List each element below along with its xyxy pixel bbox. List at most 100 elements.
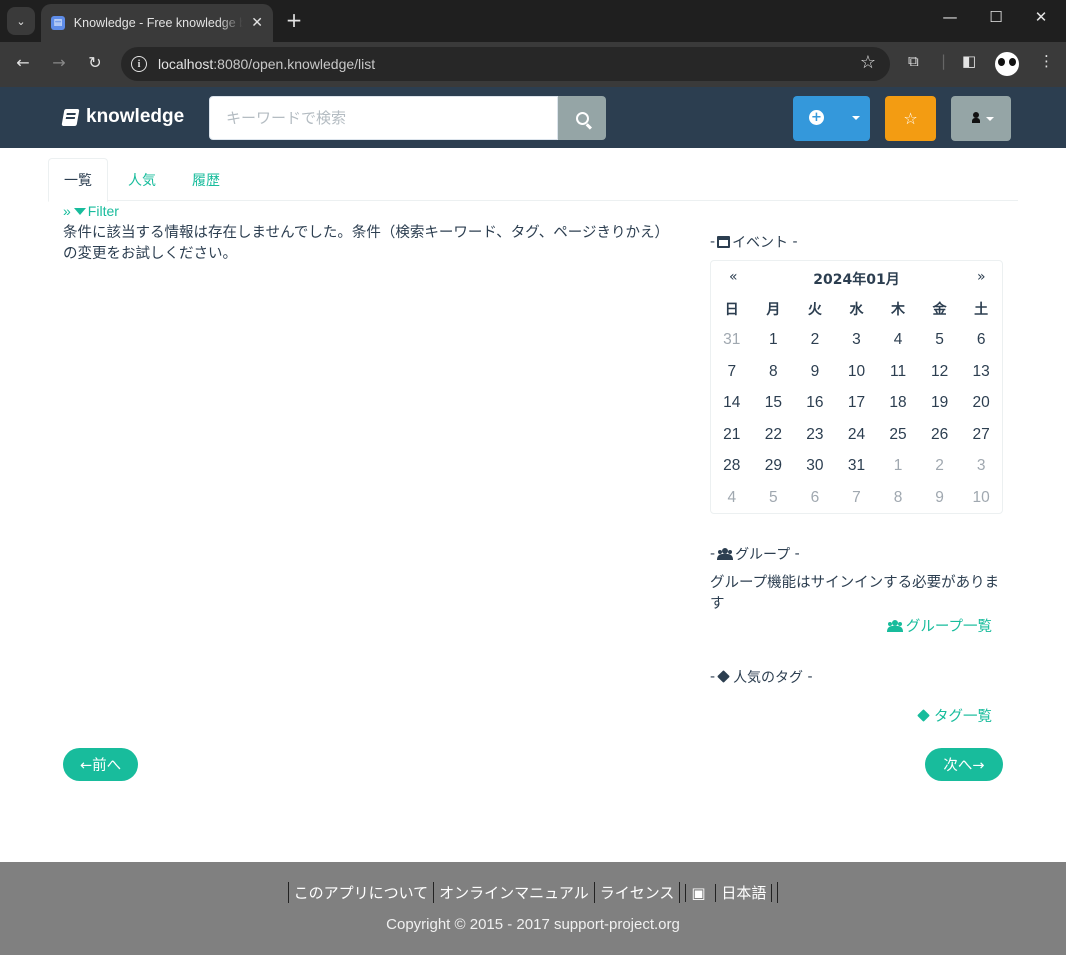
tab-search-chevron-icon[interactable]: ⌄ xyxy=(7,7,35,35)
calendar-day[interactable]: 21 xyxy=(711,419,753,451)
calendar-day[interactable]: 17 xyxy=(836,388,878,420)
calendar-day[interactable]: 5 xyxy=(919,325,961,357)
calendar-day[interactable]: 12 xyxy=(919,356,961,388)
calendar-day[interactable]: 24 xyxy=(836,419,878,451)
calendar-day[interactable]: 1 xyxy=(877,451,919,483)
calendar-day[interactable]: 11 xyxy=(877,356,919,388)
filter-toggle[interactable]: » Filter xyxy=(63,203,119,219)
event-calendar: « 2024年01月 » 日月火水木金土 31 1 2 3 4 5 6 7 8 9 10 11 12 13 1… xyxy=(710,260,1003,514)
double-chevron-right-icon: » xyxy=(63,203,71,219)
favicon-icon: ▤ xyxy=(51,16,65,30)
calendar-day[interactable]: 10 xyxy=(960,482,1002,514)
brand-logo[interactable]: knowledge xyxy=(61,106,184,128)
favorite-button[interactable]: ☆ xyxy=(885,96,936,141)
window-close-icon[interactable]: ✕ xyxy=(1029,8,1053,26)
menu-kebab-icon[interactable]: ⋮ xyxy=(1039,52,1054,70)
calendar-day[interactable]: 2 xyxy=(794,325,836,357)
tag-list-label: タグ一覧 xyxy=(934,709,992,725)
calendar-day[interactable]: 2 xyxy=(919,451,961,483)
search-icon xyxy=(575,111,589,125)
tab-popular[interactable]: 人気 xyxy=(113,158,171,201)
user-menu-button[interactable] xyxy=(951,96,1011,141)
calendar-day[interactable]: 18 xyxy=(877,388,919,420)
footer-link-language[interactable]: ▣ 日本語 xyxy=(679,882,779,903)
user-icon xyxy=(972,112,980,124)
calendar-day[interactable]: 20 xyxy=(960,388,1002,420)
calendar-weekday: 日 xyxy=(724,301,739,318)
search-button[interactable] xyxy=(558,96,606,140)
bookmark-star-icon[interactable]: ☆ xyxy=(860,52,876,73)
calendar-day[interactable]: 4 xyxy=(711,482,753,514)
calendar-day[interactable]: 30 xyxy=(794,451,836,483)
calendar-weekday: 水 xyxy=(849,301,864,318)
filter-icon xyxy=(73,207,86,215)
browser-tabstrip: ⌄ ▤ Knowledge - Free knowledge base ✕ + … xyxy=(0,0,1066,42)
prev-page-button[interactable]: ←前へ xyxy=(63,748,138,781)
calendar-day[interactable]: 14 xyxy=(711,388,753,420)
calendar-day[interactable]: 15 xyxy=(753,388,795,420)
calendar-day[interactable]: 8 xyxy=(753,356,795,388)
calendar-day[interactable]: 25 xyxy=(877,419,919,451)
calendar-weekday: 火 xyxy=(807,301,822,318)
calendar-day[interactable]: 22 xyxy=(753,419,795,451)
calendar-day[interactable]: 5 xyxy=(753,482,795,514)
heading-dash: - xyxy=(710,234,716,250)
calendar-day[interactable]: 7 xyxy=(836,482,878,514)
calendar-day[interactable]: 9 xyxy=(919,482,961,514)
no-results-message: 条件に該当する情報は存在しませんでした。条件（検索キーワード、タグ、ページきりか… xyxy=(63,225,669,262)
caret-down-icon xyxy=(986,117,994,121)
new-tab-icon[interactable]: + xyxy=(283,8,305,32)
calendar-day[interactable]: 31 xyxy=(836,451,878,483)
tags-icon xyxy=(917,709,931,723)
calendar-day[interactable]: 4 xyxy=(877,325,919,357)
calendar-day[interactable]: 1 xyxy=(753,325,795,357)
browser-toolbar: ← → ↻ i localhost:8080/open.knowledge/li… xyxy=(0,42,1066,87)
tab-history[interactable]: 履歴 xyxy=(177,158,235,201)
calendar-next[interactable]: » xyxy=(977,269,986,285)
calendar-day[interactable]: 31 xyxy=(711,325,753,357)
extensions-icon[interactable]: ⧉ xyxy=(908,52,919,70)
calendar-day[interactable]: 3 xyxy=(960,451,1002,483)
popular-tags-heading: - 人気のタグ - xyxy=(710,667,813,687)
footer-link-manual[interactable]: オンラインマニュアル xyxy=(433,882,594,903)
calendar-day[interactable]: 16 xyxy=(794,388,836,420)
calendar-day[interactable]: 8 xyxy=(877,482,919,514)
site-info-icon[interactable]: i xyxy=(131,56,147,72)
footer-link-license[interactable]: ライセンス xyxy=(593,882,680,903)
address-bar[interactable]: i localhost:8080/open.knowledge/list ☆ xyxy=(121,47,890,81)
back-icon[interactable]: ← xyxy=(13,53,33,72)
calendar-weekday: 月 xyxy=(766,301,781,318)
caret-down-icon[interactable] xyxy=(852,116,860,120)
users-icon xyxy=(717,548,734,560)
minimize-icon[interactable]: — xyxy=(938,8,962,26)
reload-icon[interactable]: ↻ xyxy=(85,53,105,72)
calendar-day[interactable]: 6 xyxy=(794,482,836,514)
calendar-day[interactable]: 7 xyxy=(711,356,753,388)
keyword-search-input[interactable] xyxy=(209,96,558,140)
next-page-button[interactable]: 次へ→ xyxy=(925,748,1003,781)
tab-close-icon[interactable]: ✕ xyxy=(251,15,263,31)
calendar-weekday: 土 xyxy=(974,301,989,318)
tag-list-link[interactable]: タグ一覧 xyxy=(917,705,992,726)
book-icon xyxy=(61,108,80,126)
footer-link-about[interactable]: このアプリについて xyxy=(287,882,434,903)
calendar-day[interactable]: 26 xyxy=(919,419,961,451)
calendar-day[interactable]: 3 xyxy=(836,325,878,357)
calendar-day[interactable]: 27 xyxy=(960,419,1002,451)
calendar-day[interactable]: 13 xyxy=(960,356,1002,388)
calendar-day[interactable]: 10 xyxy=(836,356,878,388)
browser-tab[interactable]: ▤ Knowledge - Free knowledge base ✕ xyxy=(41,4,273,42)
calendar-day[interactable]: 28 xyxy=(711,451,753,483)
calendar-day[interactable]: 29 xyxy=(753,451,795,483)
profile-avatar[interactable] xyxy=(995,52,1019,76)
group-list-link[interactable]: グループ一覧 xyxy=(886,615,992,636)
calendar-day[interactable]: 9 xyxy=(794,356,836,388)
add-knowledge-button[interactable]: + xyxy=(793,96,870,141)
calendar-day[interactable]: 6 xyxy=(960,325,1002,357)
maximize-icon[interactable]: ☐ xyxy=(984,8,1008,26)
tab-list[interactable]: 一覧 xyxy=(48,158,108,202)
side-panel-icon[interactable]: ◧ xyxy=(962,52,976,70)
forward-icon[interactable]: → xyxy=(49,53,69,72)
calendar-day[interactable]: 23 xyxy=(794,419,836,451)
calendar-day[interactable]: 19 xyxy=(919,388,961,420)
